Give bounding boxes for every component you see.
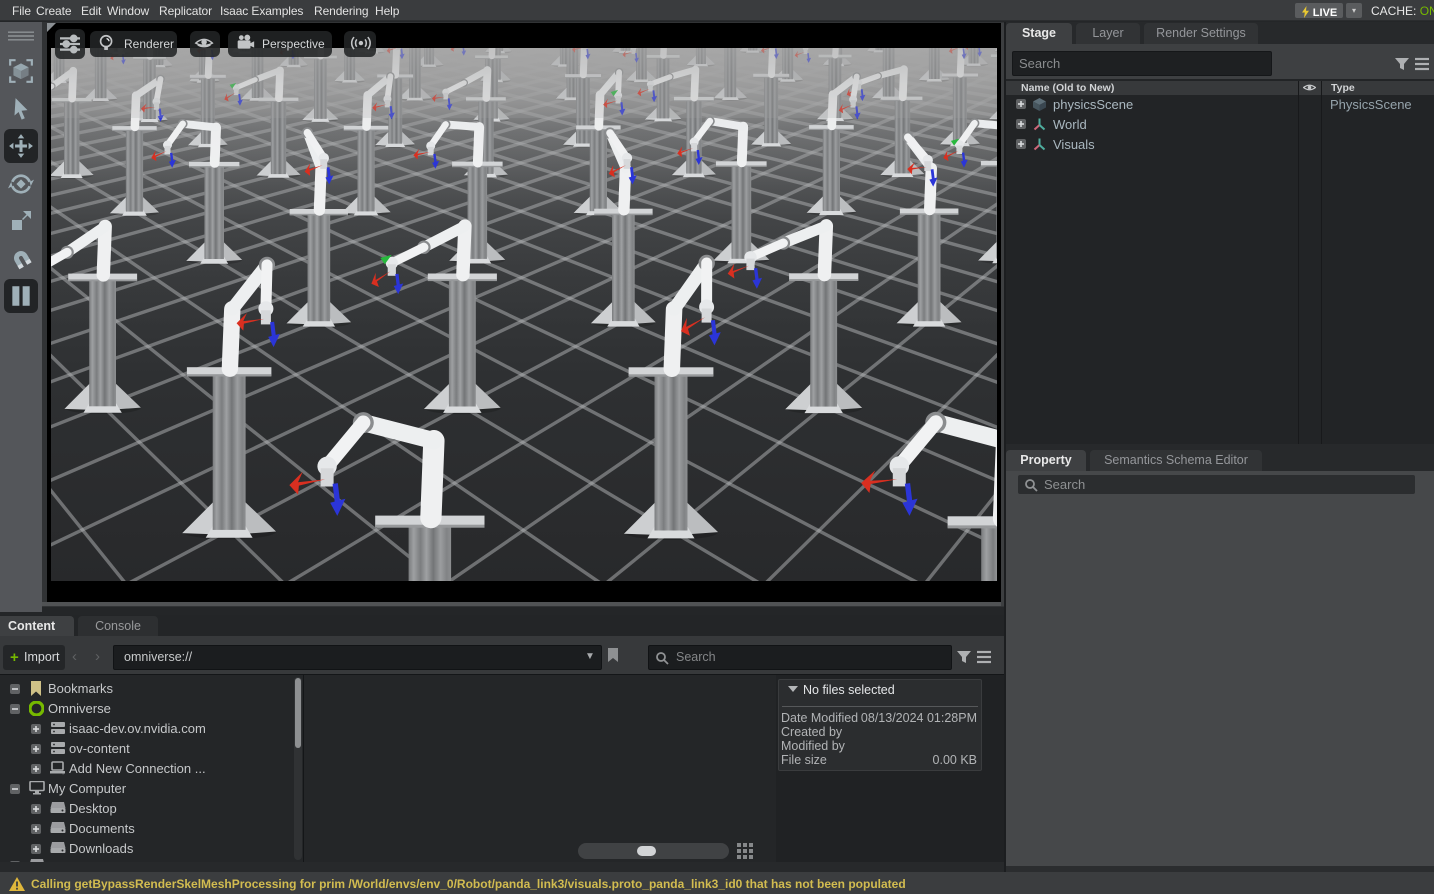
svg-text:+: +: [61, 770, 65, 775]
